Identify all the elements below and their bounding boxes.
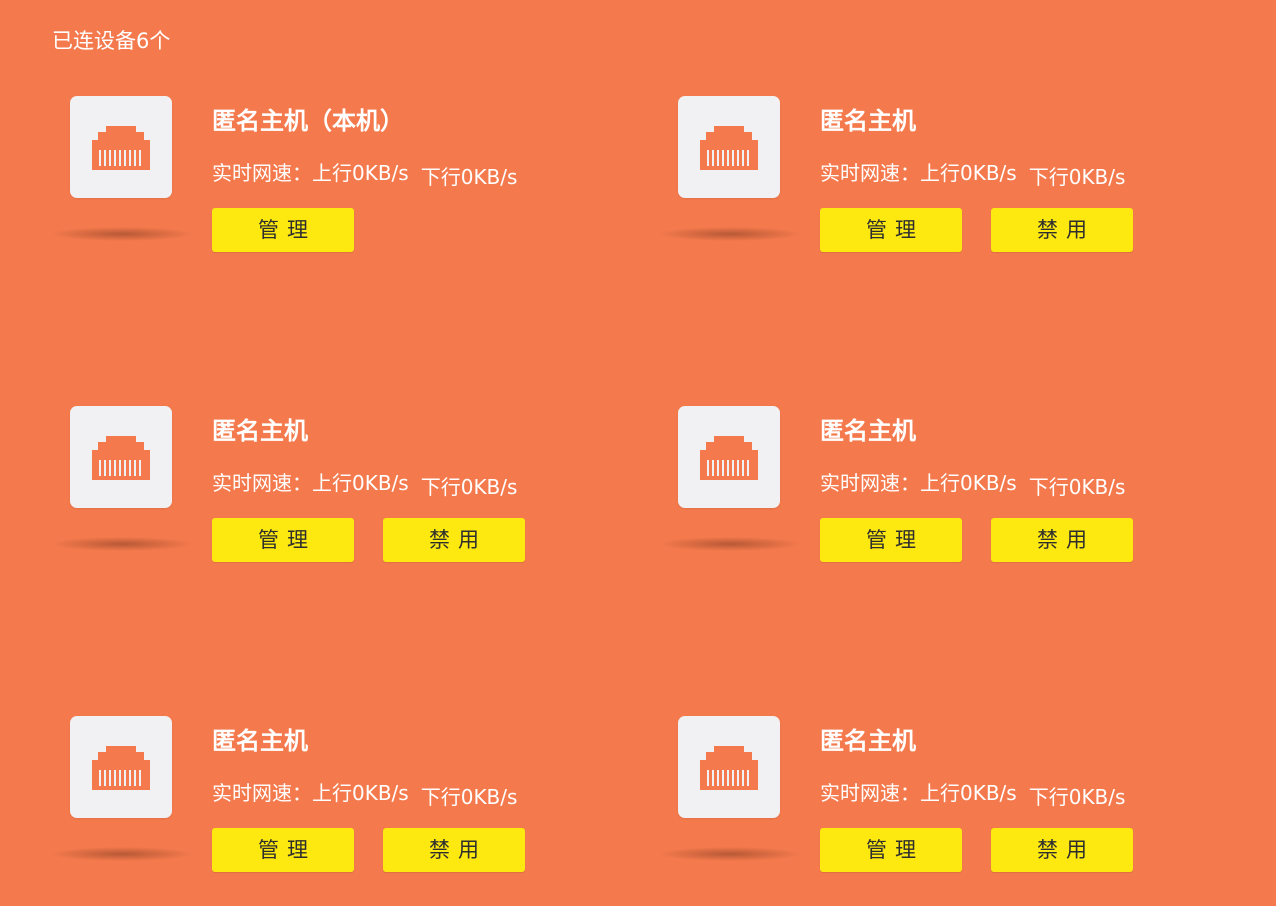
ethernet-port-icon xyxy=(700,746,758,790)
speed-label: 实时网速： xyxy=(820,161,920,185)
icon-shadow xyxy=(660,537,800,551)
ethernet-port-icon xyxy=(92,436,150,480)
device-speed: 实时网速：上行0KB/s 下行0KB/s xyxy=(820,470,1125,499)
device-card: 匿名主机 实时网速：上行0KB/s 下行0KB/s 管理 禁用 xyxy=(660,398,1260,578)
download-speed: 下行0KB/s xyxy=(1028,475,1126,499)
device-speed: 实时网速：上行0KB/s 下行0KB/s xyxy=(212,470,517,499)
download-speed: 下行0KB/s xyxy=(1028,785,1126,809)
device-speed: 实时网速：上行0KB/s 下行0KB/s xyxy=(212,780,517,809)
device-name: 匿名主机（本机） xyxy=(212,107,404,135)
device-speed: 实时网速：上行0KB/s 下行0KB/s xyxy=(820,780,1125,809)
icon-shadow xyxy=(660,227,800,241)
ethernet-port-icon xyxy=(92,126,150,170)
upload-speed: 上行0KB/s xyxy=(920,161,1017,185)
upload-speed: 上行0KB/s xyxy=(920,471,1017,495)
speed-label: 实时网速： xyxy=(212,161,312,185)
device-name: 匿名主机 xyxy=(820,107,916,135)
manage-button[interactable]: 管理 xyxy=(212,518,354,562)
disable-button[interactable]: 禁用 xyxy=(383,518,525,562)
disable-button[interactable]: 禁用 xyxy=(383,828,525,872)
device-icon-box xyxy=(678,716,780,818)
device-name: 匿名主机 xyxy=(820,727,916,755)
upload-speed: 上行0KB/s xyxy=(312,781,409,805)
device-icon-box xyxy=(70,96,172,198)
download-speed: 下行0KB/s xyxy=(420,785,518,809)
download-speed: 下行0KB/s xyxy=(420,165,518,189)
device-icon-box xyxy=(70,716,172,818)
disable-button[interactable]: 禁用 xyxy=(991,828,1133,872)
speed-label: 实时网速： xyxy=(212,781,312,805)
speed-label: 实时网速： xyxy=(212,471,312,495)
device-card: 匿名主机（本机） 实时网速：上行0KB/s 下行0KB/s 管理 xyxy=(52,88,652,268)
ethernet-port-icon xyxy=(92,746,150,790)
icon-shadow xyxy=(660,847,800,861)
upload-speed: 上行0KB/s xyxy=(920,781,1017,805)
device-speed: 实时网速：上行0KB/s 下行0KB/s xyxy=(212,160,517,189)
manage-button[interactable]: 管理 xyxy=(820,518,962,562)
disable-button[interactable]: 禁用 xyxy=(991,518,1133,562)
speed-label: 实时网速： xyxy=(820,471,920,495)
device-card: 匿名主机 实时网速：上行0KB/s 下行0KB/s 管理 禁用 xyxy=(660,708,1260,888)
device-card: 匿名主机 实时网速：上行0KB/s 下行0KB/s 管理 禁用 xyxy=(660,88,1260,268)
device-name: 匿名主机 xyxy=(212,417,308,445)
device-icon-box xyxy=(678,406,780,508)
ethernet-port-icon xyxy=(700,436,758,480)
device-icon-box xyxy=(70,406,172,508)
manage-button[interactable]: 管理 xyxy=(212,208,354,252)
icon-shadow xyxy=(52,227,192,241)
device-card: 匿名主机 实时网速：上行0KB/s 下行0KB/s 管理 禁用 xyxy=(52,398,652,578)
ethernet-port-icon xyxy=(700,126,758,170)
speed-label: 实时网速： xyxy=(820,781,920,805)
device-icon-box xyxy=(678,96,780,198)
icon-shadow xyxy=(52,537,192,551)
upload-speed: 上行0KB/s xyxy=(312,161,409,185)
icon-shadow xyxy=(52,847,192,861)
device-name: 匿名主机 xyxy=(212,727,308,755)
manage-button[interactable]: 管理 xyxy=(820,208,962,252)
device-name: 匿名主机 xyxy=(820,417,916,445)
upload-speed: 上行0KB/s xyxy=(312,471,409,495)
connected-devices-count: 已连设备6个 xyxy=(52,29,171,53)
device-card: 匿名主机 实时网速：上行0KB/s 下行0KB/s 管理 禁用 xyxy=(52,708,652,888)
manage-button[interactable]: 管理 xyxy=(820,828,962,872)
download-speed: 下行0KB/s xyxy=(1028,165,1126,189)
disable-button[interactable]: 禁用 xyxy=(991,208,1133,252)
device-speed: 实时网速：上行0KB/s 下行0KB/s xyxy=(820,160,1125,189)
download-speed: 下行0KB/s xyxy=(420,475,518,499)
manage-button[interactable]: 管理 xyxy=(212,828,354,872)
